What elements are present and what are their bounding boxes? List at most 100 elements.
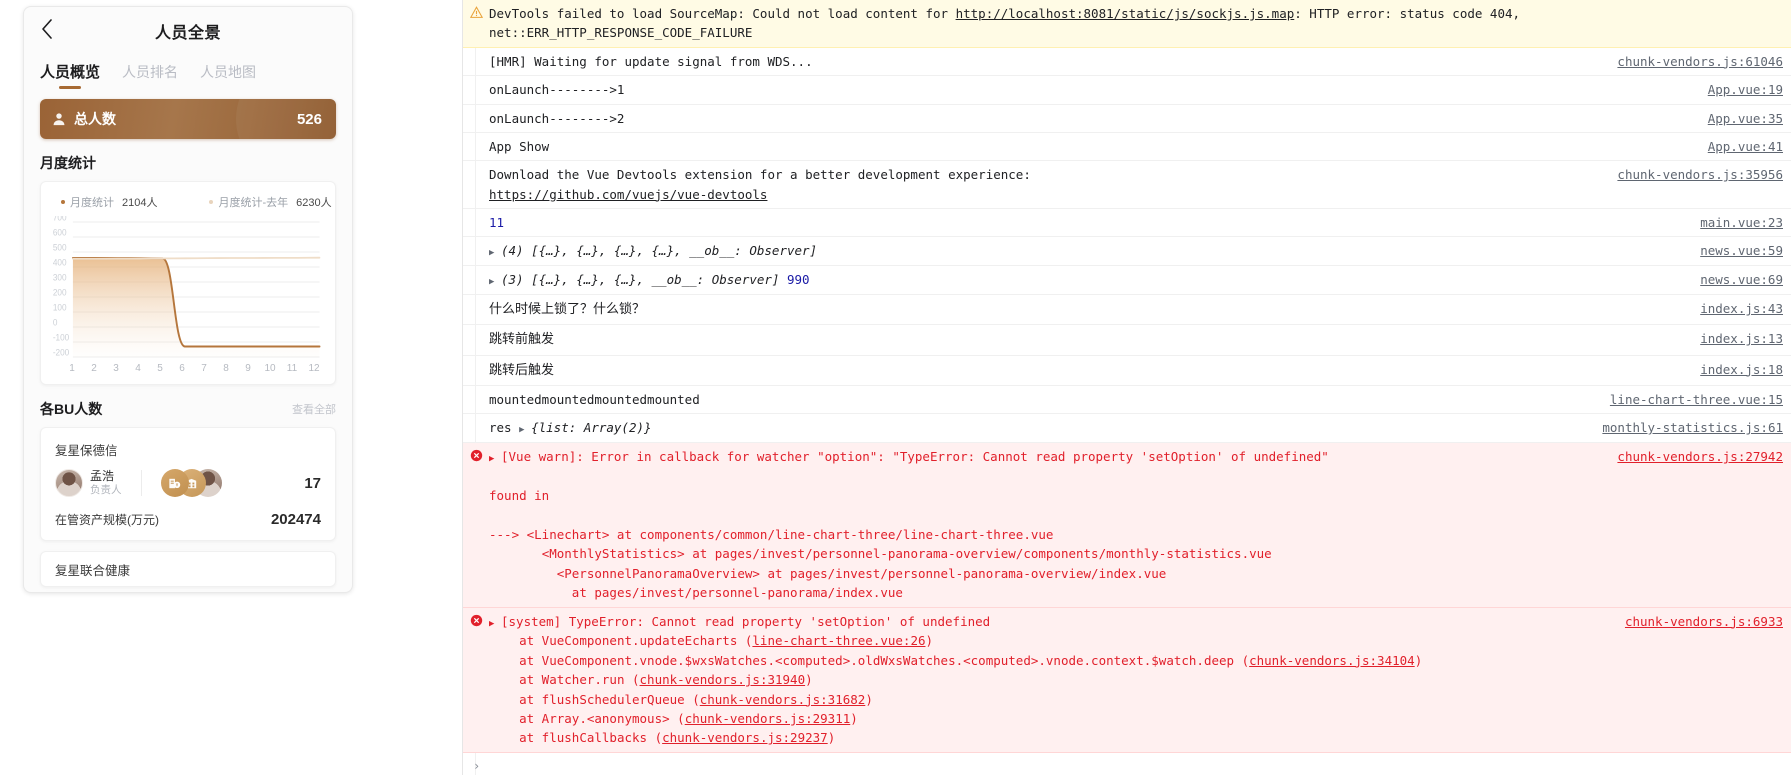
console-row[interactable]: Download the Vue Devtools extension for … <box>463 161 1791 209</box>
console-row[interactable]: mountedmountedmountedmounted line-chart-t… <box>463 386 1791 415</box>
console-row[interactable]: ▶ [Vue warn]: Error in callback for watch… <box>463 442 1791 608</box>
console-row[interactable]: onLaunch-------->2 App.vue:35 <box>463 105 1791 133</box>
legend-item-current[interactable]: 月度统计 2104人 <box>61 194 157 210</box>
source-link[interactable]: chunk-vendors.js:31940 <box>640 672 806 687</box>
console-row[interactable]: DevTools failed to load SourceMap: Could… <box>463 0 1791 48</box>
source-link[interactable]: chunk-vendors.js:31682 <box>700 692 866 707</box>
phone-frame: 人员全景 人员概览 人员排名 人员地图 总人数 526 月度统计 月度统计 21… <box>23 6 353 593</box>
console-source-link[interactable]: chunk-vendors.js:6933 <box>1625 612 1783 631</box>
svg-text:¥: ¥ <box>176 482 179 488</box>
console-row[interactable]: ▶ [system] TypeError: Cannot read propert… <box>463 607 1791 753</box>
x-tick-label: 10 <box>264 363 276 374</box>
console-row[interactable]: 跳转后触发 index.js:18 <box>463 356 1791 386</box>
console-row[interactable]: res ▶ {list: Array(2)} monthly-statistics.… <box>463 414 1791 443</box>
expand-triangle-icon[interactable]: ▶ <box>489 453 498 467</box>
console-row[interactable]: 什么时候上锁了？什么锁？ index.js:43 <box>463 295 1791 326</box>
source-link[interactable]: line-chart-three.vue:26 <box>752 633 925 648</box>
x-tick-label: 12 <box>308 363 320 374</box>
console-source-link[interactable]: chunk-vendors.js:35956 <box>1617 165 1783 184</box>
console-row[interactable]: ▶ (4) [{…}, {…}, {…}, {…}, __ob__: Observ… <box>463 237 1791 267</box>
console-source-link[interactable]: monthly-statistics.js:61 <box>1602 418 1783 437</box>
total-headcount-card[interactable]: 总人数 526 <box>40 99 336 139</box>
source-link[interactable]: chunk-vendors.js:29237 <box>662 730 828 745</box>
legend-label-current: 月度统计 <box>70 197 114 209</box>
source-link[interactable]: chunk-vendors.js:34104 <box>1249 653 1415 668</box>
error-icon <box>470 448 483 462</box>
console-prompt-row[interactable]: › <box>463 753 1791 773</box>
expand-triangle-icon[interactable]: ▶ <box>489 276 498 290</box>
console-row[interactable]: App Show App.vue:41 <box>463 133 1791 162</box>
console-source-link[interactable]: line-chart-three.vue:15 <box>1610 390 1783 409</box>
console-text: Download the Vue Devtools extension for … <box>489 167 1031 183</box>
console-text: [HMR] Waiting for update signal from WDS… <box>489 53 813 69</box>
bu-view-all-link[interactable]: 查看全部 <box>292 401 336 417</box>
console-message-text: 什么时候上锁了？什么锁？ <box>489 299 1688 320</box>
svg-text:400: 400 <box>53 257 67 267</box>
numeric-value: 11 <box>489 215 505 230</box>
console-row[interactable]: 跳转前触发 index.js:13 <box>463 325 1791 356</box>
expand-triangle-icon[interactable]: ▶ <box>489 618 498 632</box>
bu-owner-row: 孟浩 负责人 ¥ 17 <box>55 469 321 497</box>
expand-triangle-icon[interactable]: ▶ <box>489 247 498 261</box>
monthly-stats-title-text: 月度统计 <box>40 155 96 171</box>
nav-bar: 人员全景 <box>24 7 352 51</box>
finance-badge-icon: ¥ <box>160 469 189 497</box>
console-row[interactable]: ▶ (3) [{…}, {…}, {…}, __ob__: Observer] 9… <box>463 266 1791 296</box>
console-text: res <box>489 420 520 436</box>
bu-title-text: 各BU人数 <box>40 401 103 417</box>
console-message-text: res ▶ {list: Array(2)} <box>489 418 1590 438</box>
console-source-link[interactable]: App.vue:35 <box>1708 109 1783 128</box>
bu-card-body: 复星保德信 孟浩 负责人 ¥ 17 在管资产规模(万元) 202474 <box>41 428 335 540</box>
x-tick-label: 9 <box>245 363 251 374</box>
source-link[interactable]: https://github.com/vuejs/vue-devtools <box>489 187 767 202</box>
svg-text:200: 200 <box>53 287 67 297</box>
source-link[interactable]: http://localhost:8081/static/js/sockjs.j… <box>956 6 1295 21</box>
object-preview[interactable]: (4) [{…}, {…}, {…}, {…}, __ob__: Observe… <box>501 243 817 258</box>
object-preview[interactable]: (3) [{…}, {…}, {…}, __ob__: Observer] <box>501 272 779 287</box>
devtools-console-panel[interactable]: DevTools failed to load SourceMap: Could… <box>463 0 1791 775</box>
console-text: onLaunch-------->1 <box>489 82 625 98</box>
expand-triangle-icon[interactable]: ▶ <box>519 424 528 438</box>
console-row[interactable]: 11 main.vue:23 <box>463 209 1791 238</box>
console-source-link[interactable]: main.vue:23 <box>1700 213 1783 232</box>
object-preview[interactable]: {list: Array(2)} <box>531 420 651 435</box>
svg-text:-100: -100 <box>53 332 70 342</box>
console-message-text: mountedmountedmountedmounted <box>489 390 1598 409</box>
legend-item-lastyear[interactable]: 月度统计-去年 6230人 <box>209 194 332 210</box>
legend-dot-icon <box>209 200 214 204</box>
console-text: App Show <box>489 138 550 154</box>
console-source-link[interactable]: App.vue:41 <box>1708 137 1783 156</box>
console-source-link[interactable]: chunk-vendors.js:27942 <box>1617 447 1783 466</box>
total-headcount-value: 526 <box>296 110 322 128</box>
tab-personnel-ranking[interactable]: 人员排名 <box>122 62 178 91</box>
phone-viewport: 人员全景 人员概览 人员排名 人员地图 总人数 526 月度统计 月度统计 21… <box>24 7 352 592</box>
console-source-link[interactable]: chunk-vendors.js:61046 <box>1617 52 1783 71</box>
warning-icon <box>469 5 484 18</box>
console-row[interactable]: [HMR] Waiting for update signal from WDS… <box>463 48 1791 77</box>
bu-aum-row: 在管资产规模(万元) 202474 <box>55 511 321 528</box>
legend-label-lastyear: 月度统计-去年 <box>218 197 289 209</box>
console-source-link[interactable]: index.js:43 <box>1700 299 1783 318</box>
error-icon <box>470 613 483 626</box>
bu-name: 复星保德信 <box>55 444 118 458</box>
tab-personnel-map[interactable]: 人员地图 <box>200 62 256 91</box>
x-tick-label: 8 <box>223 363 229 374</box>
tab-personnel-overview[interactable]: 人员概览 <box>40 61 100 91</box>
bu-aum-label: 在管资产规模(万元) <box>55 513 159 527</box>
x-tick-label: 5 <box>157 363 163 374</box>
console-row[interactable]: onLaunch-------->1 App.vue:19 <box>463 76 1791 105</box>
console-source-link[interactable]: news.vue:69 <box>1700 270 1783 289</box>
console-source-link[interactable]: App.vue:19 <box>1708 80 1783 99</box>
console-message-text: 11 <box>489 213 1688 232</box>
console-source-link[interactable]: index.js:13 <box>1700 329 1783 348</box>
console-message-text: [HMR] Waiting for update signal from WDS… <box>489 52 1605 71</box>
console-source-link[interactable]: news.vue:59 <box>1700 241 1783 260</box>
bu-headcount: 17 <box>304 474 321 492</box>
console-message-text: ▶ (4) [{…}, {…}, {…}, {…}, __ob__: Observ… <box>489 241 1688 261</box>
bu-card-next-peek[interactable]: 复星联合健康 <box>40 551 336 587</box>
source-link[interactable]: chunk-vendors.js:29311 <box>685 711 851 726</box>
svg-text:-200: -200 <box>53 347 70 357</box>
svg-text:0: 0 <box>53 317 58 327</box>
bu-card[interactable]: 复星保德信 孟浩 负责人 ¥ 17 在管资产规模(万元) 202474 <box>40 427 336 541</box>
console-source-link[interactable]: index.js:18 <box>1700 360 1783 379</box>
